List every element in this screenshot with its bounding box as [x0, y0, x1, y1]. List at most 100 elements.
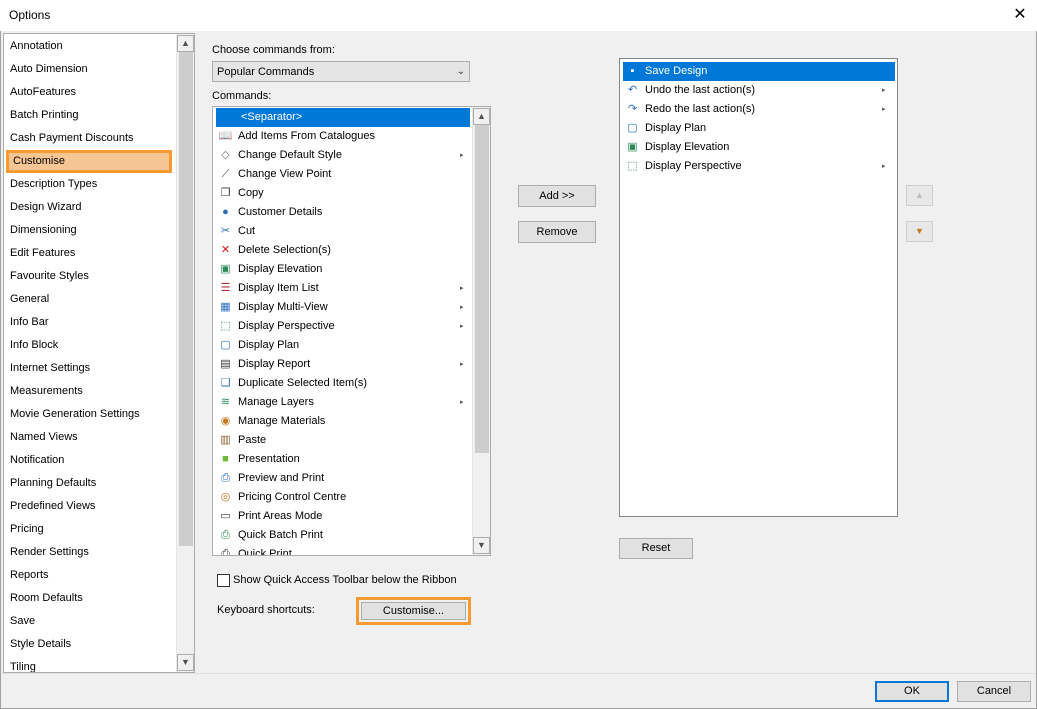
category-item-customise[interactable]: Customise [6, 150, 172, 173]
category-item-info-bar[interactable]: Info Bar [10, 311, 49, 334]
category-item-measurements[interactable]: Measurements [10, 380, 83, 403]
command-item[interactable]: ⬚ Display Perspective ▸ [216, 317, 470, 336]
close-icon[interactable]: ✕ [1006, 3, 1034, 27]
command-item[interactable]: ▢ Display Plan [216, 336, 470, 355]
command-item-label: Duplicate Selected Item(s) [238, 377, 367, 389]
command-item[interactable]: ◇ Change Default Style ▸ [216, 146, 470, 165]
scroll-up-icon[interactable]: ▲ [177, 35, 194, 52]
command-item[interactable]: ☰ Display Item List ▸ [216, 279, 470, 298]
category-item-room-defaults[interactable]: Room Defaults [10, 587, 83, 610]
toolbar-commands-list[interactable]: ▪ Save Design ↶ Undo the last action(s) ▸ ↷ Re… [619, 58, 898, 517]
category-item-batch-printing[interactable]: Batch Printing [10, 104, 78, 127]
command-item[interactable]: ■ Presentation [216, 450, 470, 469]
scroll-up-icon[interactable]: ▲ [473, 108, 490, 125]
command-item-label: Add Items From Catalogues [238, 130, 375, 142]
category-item-tiling[interactable]: Tiling [10, 656, 36, 672]
presentation-icon: ■ [222, 453, 229, 465]
category-item-notification[interactable]: Notification [10, 449, 64, 472]
command-item-label: Delete Selection(s) [238, 244, 331, 256]
duplicate-icon: ❏ [220, 377, 231, 389]
move-down-icon[interactable]: ▼ [906, 221, 933, 242]
command-item[interactable]: ≋ Manage Layers ▸ [216, 393, 470, 412]
command-item[interactable]: ✂ Cut [216, 222, 470, 241]
command-item[interactable]: ❏ Duplicate Selected Item(s) [216, 374, 470, 393]
command-item[interactable]: ⎙ Quick Batch Print [216, 526, 470, 545]
scroll-thumb[interactable] [179, 52, 193, 546]
command-item[interactable]: ⎙ Quick Print [216, 545, 470, 555]
category-item-internet-settings[interactable]: Internet Settings [10, 357, 90, 380]
command-item[interactable]: ◉ Manage Materials [216, 412, 470, 431]
category-item-movie-generation-settings[interactable]: Movie Generation Settings [10, 403, 140, 426]
remove-button[interactable]: Remove [518, 221, 596, 243]
perspective-icon: ⬚ [220, 320, 231, 332]
category-list[interactable]: Annotation Auto Dimension AutoFeatures Batc… [3, 33, 195, 673]
chevron-down-icon: ⌄ [456, 66, 466, 77]
category-item-named-views[interactable]: Named Views [10, 426, 78, 449]
command-item[interactable]: ▦ Display Multi-View ▸ [216, 298, 470, 317]
command-item[interactable]: ✕ Delete Selection(s) [216, 241, 470, 260]
item-list-icon: ☰ [220, 282, 231, 294]
reset-button[interactable]: Reset [619, 538, 693, 559]
command-item-label: Paste [238, 434, 267, 446]
toolbar-command-item[interactable]: ↷ Redo the last action(s) ▸ [623, 100, 895, 119]
copy-icon: ❐ [220, 187, 231, 199]
category-item-autofeatures[interactable]: AutoFeatures [10, 81, 76, 104]
cancel-button[interactable]: Cancel [957, 681, 1031, 702]
toolbar-command-item[interactable]: ▪ Save Design [623, 62, 895, 81]
category-item-render-settings[interactable]: Render Settings [10, 541, 89, 564]
category-item-predefined-views[interactable]: Predefined Views [10, 495, 95, 518]
scroll-thumb[interactable] [475, 125, 489, 453]
toolbar-command-item-label: Display Plan [645, 122, 707, 134]
command-item-label: Change Default Style [238, 149, 342, 161]
redo-icon: ↷ [627, 103, 638, 115]
materials-icon: ◉ [220, 415, 231, 427]
category-item-edit-features[interactable]: Edit Features [10, 242, 75, 265]
show-qat-checkbox[interactable] [217, 574, 230, 587]
command-item[interactable]: ▤ Display Report ▸ [216, 355, 470, 374]
command-item[interactable]: ⟋ Change View Point [216, 165, 470, 184]
move-up-icon[interactable]: ▲ [906, 185, 933, 206]
category-item-pricing[interactable]: Pricing [10, 518, 44, 541]
category-item-save[interactable]: Save [10, 610, 35, 633]
command-item[interactable]: 📖 Add Items From Catalogues [216, 127, 470, 146]
category-item-design-wizard[interactable]: Design Wizard [10, 196, 82, 219]
category-scrollbar[interactable]: ▲ ▼ [176, 34, 194, 672]
category-item-reports[interactable]: Reports [10, 564, 49, 587]
category-item-dimensioning[interactable]: Dimensioning [10, 219, 77, 242]
choose-commands-dropdown[interactable]: Popular Commands ⌄ [212, 61, 470, 82]
keyboard-shortcuts-label: Keyboard shortcuts: [217, 604, 315, 616]
category-item-description-types[interactable]: Description Types [10, 173, 97, 196]
toolbar-command-item[interactable]: ▢ Display Plan [623, 119, 895, 138]
toolbar-command-item[interactable]: ▣ Display Elevation [623, 138, 895, 157]
plan-icon: ▢ [627, 122, 638, 134]
command-item[interactable]: ▥ Paste [216, 431, 470, 450]
customise-button[interactable]: Customise... [361, 602, 466, 620]
commands-scrollbar[interactable]: ▲ ▼ [472, 107, 490, 555]
command-item[interactable]: ⎙ Preview and Print [216, 469, 470, 488]
toolbar-command-item[interactable]: ⬚ Display Perspective ▸ [623, 157, 895, 176]
submenu-arrow-icon: ▸ [460, 399, 464, 406]
scroll-down-icon[interactable]: ▼ [177, 654, 194, 671]
command-item[interactable]: ▣ Display Elevation [216, 260, 470, 279]
command-item[interactable]: ❐ Copy [216, 184, 470, 203]
command-item[interactable]: ● Customer Details [216, 203, 470, 222]
category-item-annotation[interactable]: Annotation [10, 35, 63, 58]
category-item-info-block[interactable]: Info Block [10, 334, 58, 357]
command-item-label: Preview and Print [238, 472, 325, 484]
commands-list[interactable]: <Separator> 📖 Add Items From Catalogues ◇ Ch… [212, 106, 491, 556]
toolbar-command-item[interactable]: ↶ Undo the last action(s) ▸ [623, 81, 895, 100]
command-item[interactable]: ◎ Pricing Control Centre [216, 488, 470, 507]
scroll-down-icon[interactable]: ▼ [473, 537, 490, 554]
category-item-general[interactable]: General [10, 288, 49, 311]
category-item-style-details[interactable]: Style Details [10, 633, 71, 656]
category-item-favourite-styles[interactable]: Favourite Styles [10, 265, 89, 288]
category-item-planning-defaults[interactable]: Planning Defaults [10, 472, 96, 495]
category-item-auto-dimension[interactable]: Auto Dimension [10, 58, 88, 81]
add-button[interactable]: Add >> [518, 185, 596, 207]
print-areas-icon: ▭ [220, 510, 231, 522]
command-item[interactable]: ▭ Print Areas Mode [216, 507, 470, 526]
ok-button[interactable]: OK [875, 681, 949, 702]
command-item[interactable]: <Separator> [216, 108, 470, 127]
category-item-cash-payment-discounts[interactable]: Cash Payment Discounts [10, 127, 134, 150]
plan-icon: ▢ [220, 339, 231, 351]
